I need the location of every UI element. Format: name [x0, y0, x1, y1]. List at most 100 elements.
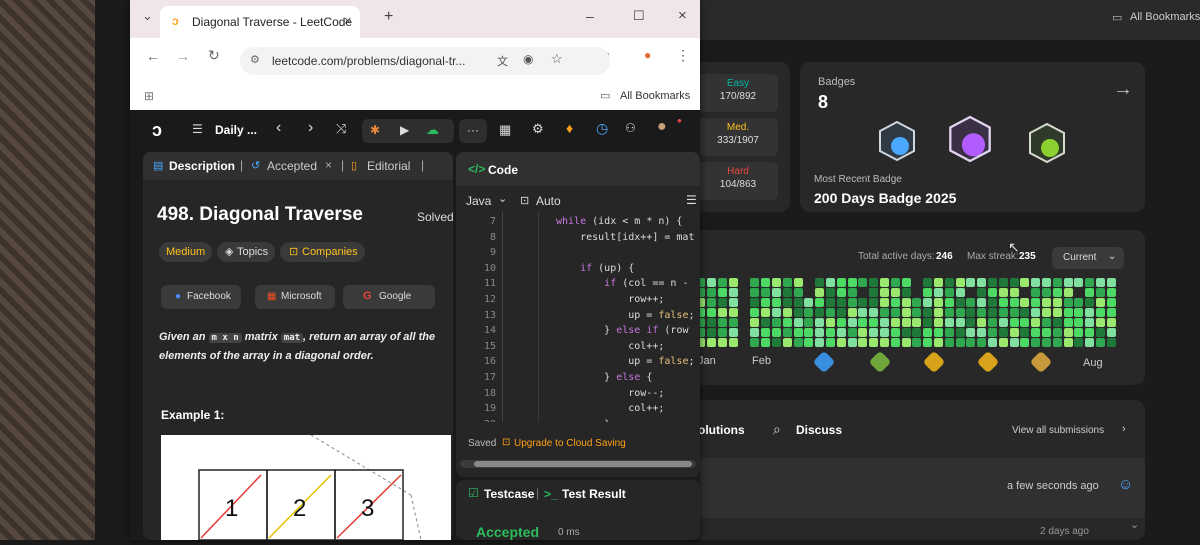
- shuffle-icon[interactable]: ⤨: [336, 121, 346, 137]
- period-select[interactable]: Current ⌄: [1052, 247, 1124, 269]
- heatmap-cell[interactable]: [869, 298, 878, 307]
- heatmap-cell[interactable]: [707, 338, 716, 347]
- heatmap-cell[interactable]: [794, 288, 803, 297]
- heatmap-cell[interactable]: [750, 288, 759, 297]
- tab-description[interactable]: Description: [169, 159, 235, 173]
- heatmap-cell[interactable]: [707, 288, 716, 297]
- heatmap-cell[interactable]: [977, 318, 986, 327]
- minimize-icon[interactable]: –: [586, 8, 594, 24]
- heatmap-cell[interactable]: [923, 338, 932, 347]
- heatmap-cell[interactable]: [837, 308, 846, 317]
- close-tab-icon[interactable]: ×: [325, 158, 332, 172]
- heatmap-cell[interactable]: [977, 288, 986, 297]
- heatmap-cell[interactable]: [1053, 318, 1062, 327]
- heatmap-cell[interactable]: [794, 278, 803, 287]
- heatmap-cell[interactable]: [1096, 298, 1105, 307]
- badge-200-days-icon[interactable]: [948, 114, 992, 164]
- heatmap-cell[interactable]: [772, 298, 781, 307]
- heatmap-cell[interactable]: [815, 298, 824, 307]
- monthly-badge-icon[interactable]: [922, 350, 946, 374]
- company-tag-google[interactable]: G Google: [343, 285, 435, 309]
- company-tag-microsoft[interactable]: ▦ Microsoft: [255, 285, 335, 309]
- run-icon[interactable]: ▶: [400, 123, 409, 137]
- heatmap-cell[interactable]: [1042, 338, 1051, 347]
- heatmap-cell[interactable]: [1096, 308, 1105, 317]
- heatmap-cell[interactable]: [772, 278, 781, 287]
- url-text[interactable]: leetcode.com/problems/diagonal-tr...: [272, 54, 465, 68]
- heatmap-cell[interactable]: [729, 278, 738, 287]
- heatmap-cell[interactable]: [1107, 328, 1116, 337]
- heatmap-cell[interactable]: [783, 298, 792, 307]
- heatmap-cell[interactable]: [999, 338, 1008, 347]
- new-tab-button[interactable]: +: [384, 8, 393, 26]
- heatmap-cell[interactable]: [1031, 288, 1040, 297]
- heatmap-cell[interactable]: [1042, 288, 1051, 297]
- tab-discuss[interactable]: Discuss: [796, 423, 842, 437]
- heatmap-cell[interactable]: [999, 278, 1008, 287]
- heatmap-cell[interactable]: [934, 338, 943, 347]
- heatmap-cell[interactable]: [729, 308, 738, 317]
- omnibox[interactable]: ⚙ leetcode.com/problems/diagonal-tr... 文…: [240, 47, 610, 75]
- layout-icon[interactable]: ▦: [499, 122, 511, 138]
- translate-icon[interactable]: 文: [497, 53, 508, 69]
- heatmap-cell[interactable]: [956, 288, 965, 297]
- monthly-badge-icon[interactable]: [1029, 350, 1053, 374]
- heatmap-cell[interactable]: [912, 338, 921, 347]
- heatmap-cell[interactable]: [869, 328, 878, 337]
- heatmap-cell[interactable]: [956, 338, 965, 347]
- heatmap-cell[interactable]: [750, 298, 759, 307]
- heatmap-cell[interactable]: [891, 288, 900, 297]
- heatmap-cell[interactable]: [1107, 308, 1116, 317]
- heatmap-cell[interactable]: [934, 288, 943, 297]
- heatmap-cell[interactable]: [912, 318, 921, 327]
- auto-label[interactable]: Auto: [536, 194, 561, 208]
- close-tab-icon[interactable]: ×: [344, 13, 352, 28]
- heatmap-cell[interactable]: [1074, 278, 1083, 287]
- tab-list-chevron-icon[interactable]: ⌄: [142, 8, 153, 24]
- prev-problem-icon[interactable]: ‹: [276, 119, 281, 137]
- apps-grid-icon[interactable]: ⊞: [144, 89, 154, 103]
- heatmap-cell[interactable]: [869, 278, 878, 287]
- heatmap-cell[interactable]: [1031, 338, 1040, 347]
- heatmap-cell[interactable]: [1042, 298, 1051, 307]
- heatmap-cell[interactable]: [794, 318, 803, 327]
- close-window-icon[interactable]: ×: [678, 7, 687, 24]
- tab-editorial[interactable]: Editorial: [367, 159, 410, 173]
- heatmap-cell[interactable]: [761, 328, 770, 337]
- heatmap-cell[interactable]: [912, 328, 921, 337]
- heatmap-cell[interactable]: [999, 298, 1008, 307]
- heatmap-cell[interactable]: [1031, 328, 1040, 337]
- heatmap-cell[interactable]: [956, 308, 965, 317]
- heatmap-cell[interactable]: [1107, 288, 1116, 297]
- heatmap-cell[interactable]: [1085, 328, 1094, 337]
- heatmap-cell[interactable]: [837, 328, 846, 337]
- heatmap-cell[interactable]: [1096, 328, 1105, 337]
- profile-avatar-icon[interactable]: ●: [644, 48, 651, 62]
- monthly-badge-icon[interactable]: [976, 350, 1000, 374]
- heatmap-cell[interactable]: [934, 278, 943, 287]
- heatmap-cell[interactable]: [988, 298, 997, 307]
- heatmap-cell[interactable]: [977, 328, 986, 337]
- heatmap-cell[interactable]: [718, 318, 727, 327]
- heatmap-cell[interactable]: [1031, 318, 1040, 327]
- heatmap-cell[interactable]: [1107, 318, 1116, 327]
- heatmap-cell[interactable]: [945, 288, 954, 297]
- heatmap-cell[interactable]: [826, 298, 835, 307]
- heatmap-cell[interactable]: [848, 328, 857, 337]
- heatmap-cell[interactable]: [826, 278, 835, 287]
- debug-icon[interactable]: ✱: [370, 123, 380, 137]
- heatmap-cell[interactable]: [772, 318, 781, 327]
- view-all-submissions-link[interactable]: View all submissions: [1012, 425, 1104, 436]
- heatmap-cell[interactable]: [729, 318, 738, 327]
- heatmap-cell[interactable]: [858, 338, 867, 347]
- language-select[interactable]: Java: [466, 194, 491, 208]
- monthly-badge-icon[interactable]: [812, 350, 836, 374]
- heatmap-cell[interactable]: [794, 338, 803, 347]
- heatmap-cell[interactable]: [880, 328, 889, 337]
- heatmap-cell[interactable]: [772, 308, 781, 317]
- submit-cloud-icon[interactable]: ☁: [426, 122, 439, 138]
- heatmap-cell[interactable]: [1064, 328, 1073, 337]
- heatmap-cell[interactable]: [826, 288, 835, 297]
- heatmap-cell[interactable]: [1010, 298, 1019, 307]
- difficulty-badge[interactable]: Medium: [159, 242, 213, 262]
